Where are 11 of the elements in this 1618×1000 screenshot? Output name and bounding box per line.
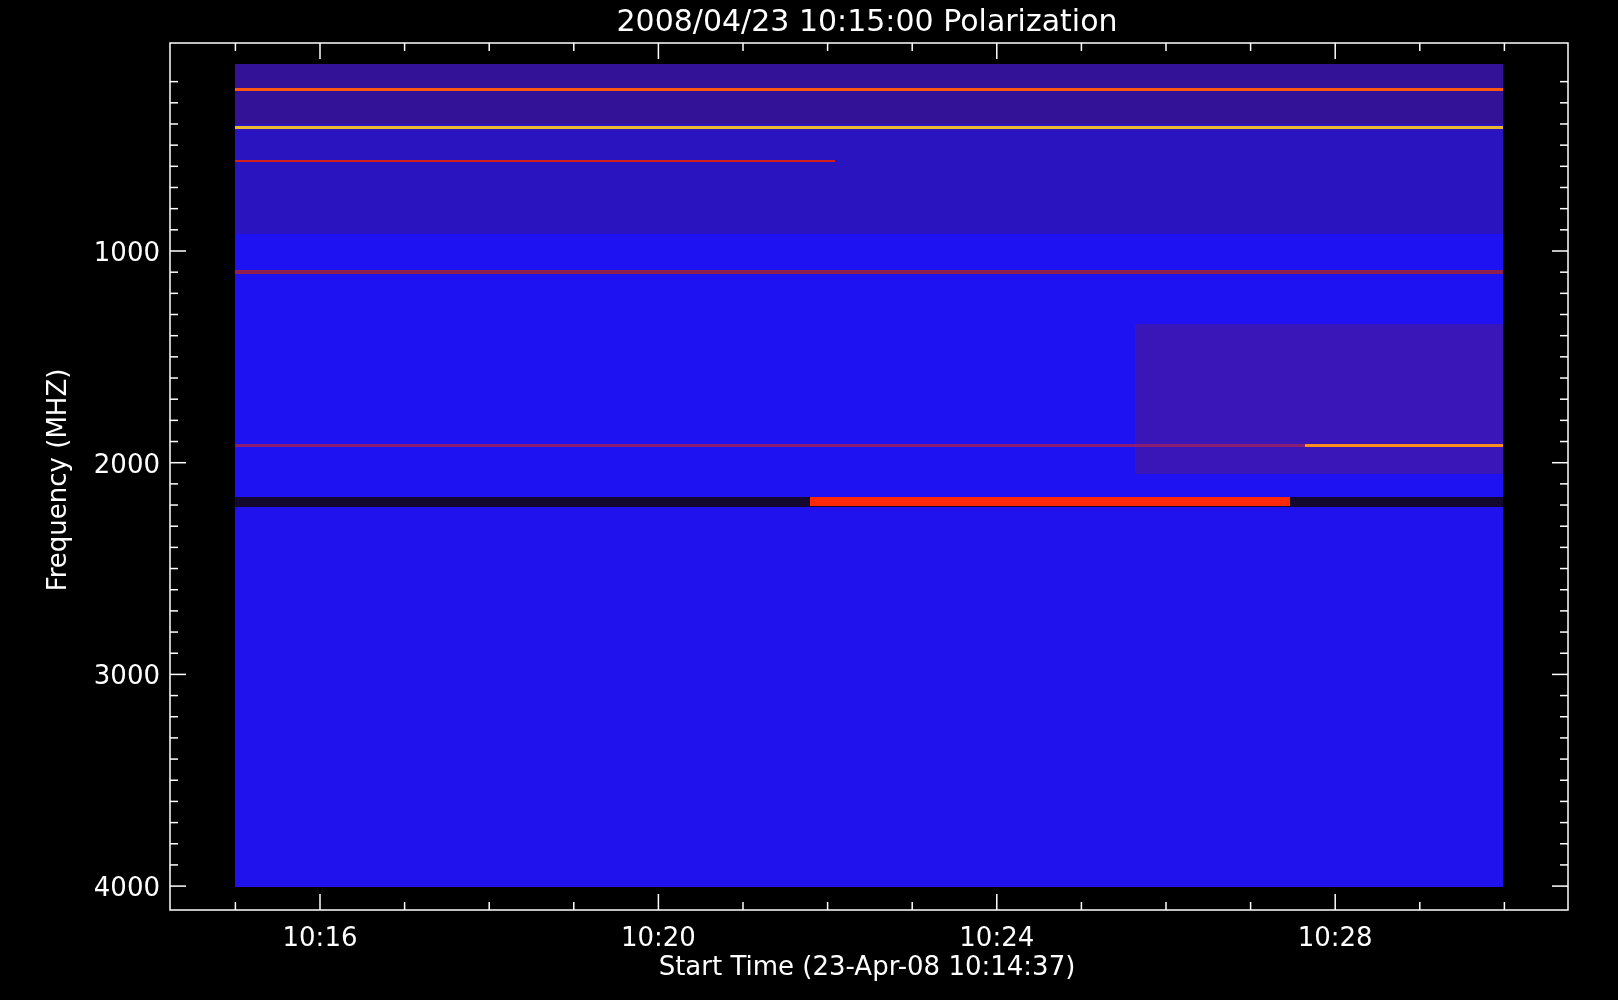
tick-label: 2000 (93, 448, 160, 479)
tick-label: 1000 (93, 237, 160, 267)
tick-label: 4000 (93, 872, 160, 903)
axis-label: Frequency (MHZ) (42, 368, 72, 592)
tick-label: 10:28 (1297, 922, 1373, 952)
tick-label: 3000 (93, 660, 160, 691)
plot-title: 2008/04/23 10:15:00 Polarization (616, 3, 1118, 38)
tick-label: 10:16 (282, 922, 358, 952)
axis-label: Start Time (23-Apr-08 10:14:37) (658, 951, 1076, 981)
tick-label: 10:20 (620, 922, 696, 952)
tick-label: 10:24 (959, 922, 1035, 952)
